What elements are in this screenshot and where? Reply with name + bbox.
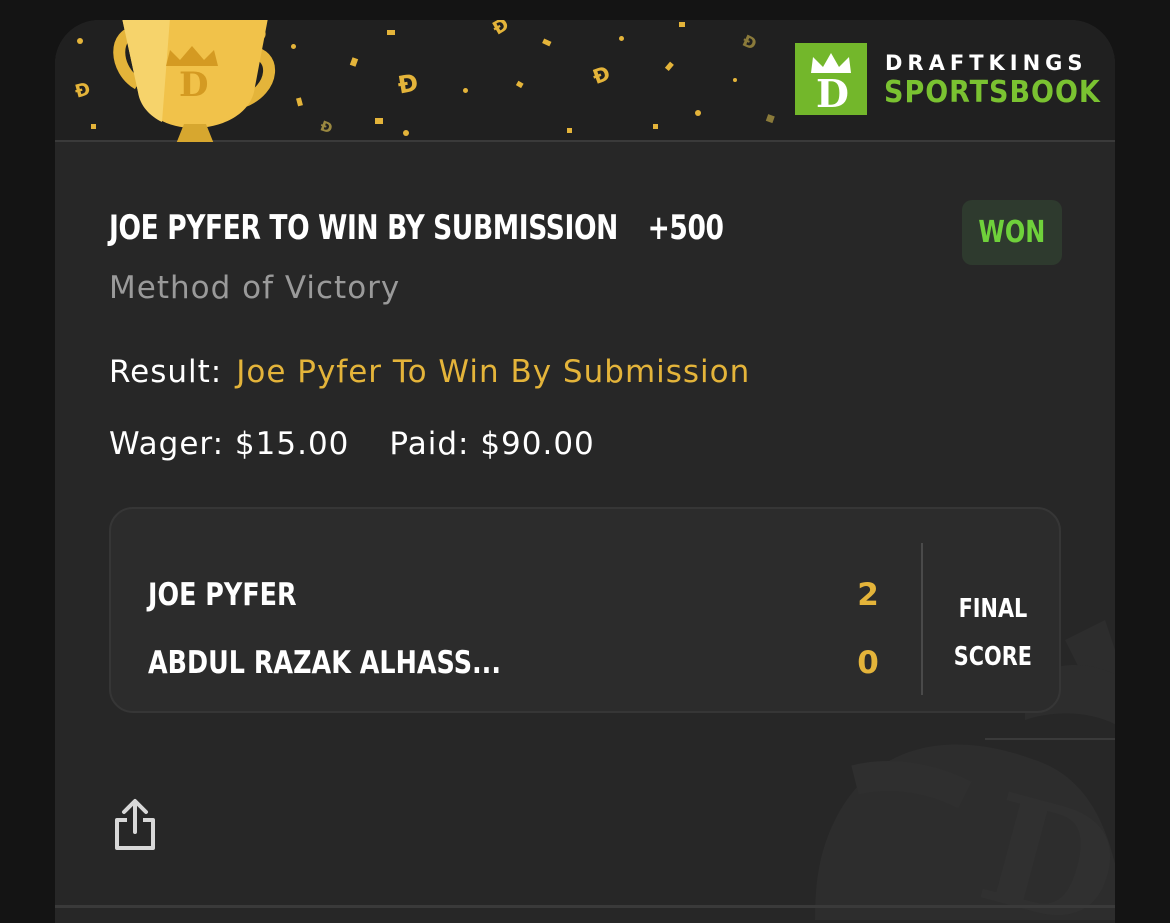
final-label-line1: FINAL (958, 594, 1028, 624)
draftkings-logo: D DRAFTKINGS SPORTSBOOK (795, 43, 1100, 118)
bet-selection-name: JOE PYFER TO WIN BY SUBMISSION (109, 208, 618, 248)
svg-text:D: D (179, 65, 208, 105)
paid-label: Paid: (389, 426, 470, 462)
share-icon (115, 799, 155, 850)
scoreboard-divider (921, 543, 923, 695)
bet-selection-title: JOE PYFER TO WIN BY SUBMISSION +500 (109, 208, 724, 248)
final-label-line2: SCORE (953, 642, 1033, 672)
svg-text:Đ: Đ (489, 20, 513, 40)
wager-label: Wager: (109, 426, 225, 462)
svg-text:Đ: Đ (396, 68, 421, 99)
watermark-divider (985, 738, 1115, 740)
brand-name-sportsbook: SPORTSBOOK (884, 75, 1101, 110)
team-name: JOE PYFER (148, 577, 297, 613)
svg-text:Đ: Đ (318, 118, 335, 137)
scoreboard: JOE PYFER 2 ABDUL RAZAK ALHASS... 0 FINA… (109, 507, 1061, 713)
share-button[interactable] (111, 798, 159, 852)
status-badge-label: WON (978, 215, 1046, 250)
paid-value: $90.00 (480, 426, 595, 462)
svg-text:Đ: Đ (739, 31, 759, 54)
final-score-label: FINAL SCORE (933, 585, 1053, 681)
brand-name-draftkings: DRAFTKINGS (885, 51, 1088, 75)
result-value: Joe Pyfer To Win By Submission (236, 354, 751, 390)
result-row: Result: Joe Pyfer To Win By Submission (109, 354, 750, 390)
market-name: Method of Victory (109, 270, 401, 306)
svg-text:Đ: Đ (73, 79, 93, 103)
status-badge: WON (962, 200, 1062, 265)
celebration-banner: Đ Đ Đ Đ Đ Đ Đ D (55, 20, 1115, 142)
team-score: 2 (857, 577, 879, 613)
bottom-divider (55, 905, 1115, 908)
team-name: ABDUL RAZAK ALHASS... (148, 645, 502, 681)
trophy-icon: D (113, 20, 276, 142)
bet-odds: +500 (647, 208, 724, 248)
crown-d-icon: D (795, 43, 867, 116)
result-label: Result: (109, 354, 223, 390)
wager-value: $15.00 (234, 426, 350, 462)
bet-card: Đ Đ Đ Đ Đ Đ Đ D (55, 20, 1115, 923)
wager-paid-row: Wager: $15.00 Paid: $90.00 (109, 426, 595, 462)
team-score: 0 (857, 645, 879, 681)
svg-text:Đ: Đ (589, 61, 613, 89)
svg-text:D: D (816, 71, 849, 115)
